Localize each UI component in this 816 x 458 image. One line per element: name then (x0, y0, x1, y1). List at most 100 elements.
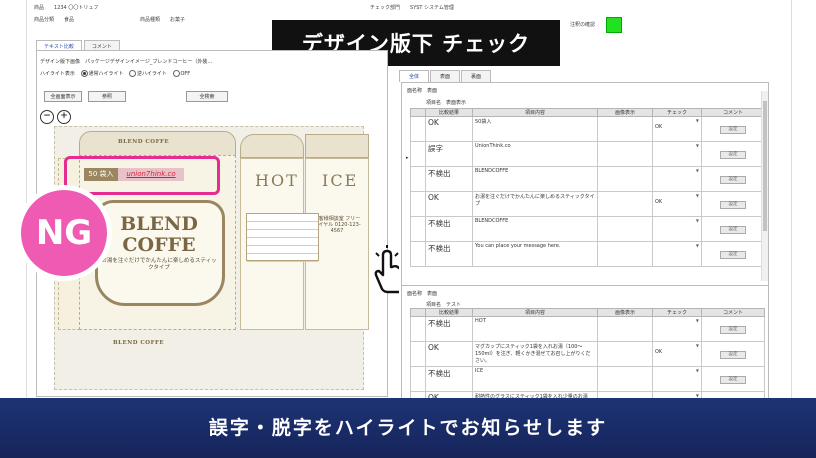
item-name: 項目名 表面表示 (426, 100, 467, 106)
section-front-test: 面名称 表面 項目名 テスト 比較結果 項目内容 画像表示 チェック コメント … (401, 285, 769, 417)
image-cell[interactable] (597, 366, 653, 392)
tab-front[interactable]: 表面 (430, 70, 461, 82)
error-highlight-frame (64, 156, 220, 195)
row-select[interactable] (410, 316, 426, 342)
ng-badge: NG (21, 190, 107, 276)
fullscreen-button[interactable]: 全画面表示 (44, 91, 82, 102)
image-cell[interactable] (597, 116, 653, 142)
col-result: 比較結果 (425, 108, 473, 117)
dropdown-icon[interactable]: ▼ (696, 343, 699, 348)
table-row[interactable]: OK 50袋入 ▼ OK 設定 (410, 116, 765, 142)
image-cell[interactable] (597, 141, 653, 167)
image-cell[interactable] (597, 241, 653, 267)
section-front-display: 面名称 表面 項目名 表面表示 比較結果 項目内容 画像表示 チェック コメント… (401, 82, 769, 290)
check-cell[interactable]: ▼ OK (652, 191, 702, 217)
result-cell: 不検出 (425, 316, 473, 342)
dropdown-icon[interactable]: ▼ (696, 193, 699, 198)
tab-back[interactable]: 裏面 (461, 70, 492, 82)
result-cell: OK (425, 116, 473, 142)
result-cell: OK (425, 341, 473, 367)
check-cell[interactable]: ▼ OK (652, 341, 702, 367)
check-cell[interactable]: ▼ (652, 366, 702, 392)
ribbon-bottom: BLEND COFFE (113, 340, 165, 346)
dropdown-icon[interactable]: ▼ (696, 243, 699, 248)
dropdown-icon[interactable]: ▼ (696, 318, 699, 323)
row-select[interactable] (410, 341, 426, 367)
dropdown-icon[interactable]: ▼ (696, 368, 699, 373)
row-select[interactable] (410, 166, 426, 192)
dropdown-icon[interactable]: ▼ (696, 218, 699, 223)
comment-cell: 設定 (701, 191, 765, 217)
settings-button[interactable]: 設定 (720, 201, 746, 209)
check-cell[interactable]: ▼ (652, 216, 702, 242)
row-select[interactable] (410, 191, 426, 217)
ribbon-top: BLEND COFFE (118, 139, 170, 145)
hot-label: HOT (255, 171, 299, 190)
settings-button[interactable]: 設定 (720, 376, 746, 384)
table-row[interactable]: OK お湯を注ぐだけでかんたんに楽しめるスティックタイプ ▼ OK 設定 (410, 191, 765, 217)
dropdown-icon[interactable]: ▼ (696, 168, 699, 173)
settings-button[interactable]: 設定 (720, 151, 746, 159)
row-select[interactable] (410, 141, 426, 167)
table-row[interactable]: 不検出 HOT ▼ 設定 (410, 316, 765, 342)
note-status-indicator (606, 17, 622, 33)
row-select[interactable] (410, 216, 426, 242)
reference-button[interactable]: 参照 (88, 91, 126, 102)
settings-button[interactable]: 設定 (720, 326, 746, 334)
comment-cell: 設定 (701, 216, 765, 242)
col-content: 項目内容 (472, 108, 598, 117)
result-cell: 誤字 (425, 141, 473, 167)
content-cell: お湯を注ぐだけでかんたんに楽しめるスティックタイプ (472, 191, 598, 217)
image-cell[interactable] (597, 166, 653, 192)
settings-button[interactable]: 設定 (720, 251, 746, 259)
table-row[interactable]: 誤字 UnionThink.co ▼ 設定 (410, 141, 765, 167)
check-value: OK (655, 199, 663, 205)
comment-cell: 設定 (701, 141, 765, 167)
content-cell: BLENDCOFFE (472, 166, 598, 192)
radio-off[interactable] (172, 70, 180, 77)
result-cell: 不検出 (425, 216, 473, 242)
image-cell[interactable] (597, 316, 653, 342)
design-image-field: デザイン版下画像 パッケージデザインイメージ_ブレンドコーヒー（外装... (40, 59, 213, 65)
zoom-in-icon[interactable]: + (57, 110, 71, 124)
table-row[interactable]: 不検出 BLENDCOFFE ▼ 設定 (410, 216, 765, 242)
zoom-out-icon[interactable]: − (40, 110, 54, 124)
search-all-button[interactable]: 全検索 (186, 91, 228, 102)
package-top-flap-ice (305, 134, 369, 158)
image-cell[interactable] (597, 341, 653, 367)
comment-cell: 設定 (701, 366, 765, 392)
table-row[interactable]: 不検出 ICE ▼ 設定 (410, 366, 765, 392)
settings-button[interactable]: 設定 (720, 126, 746, 134)
dropdown-icon[interactable]: ▼ (696, 118, 699, 123)
radio-normal-highlight[interactable] (80, 70, 88, 77)
note-label: 注釈の確認 (570, 22, 596, 28)
check-cell[interactable]: ▼ (652, 241, 702, 267)
content-cell: HOT (472, 316, 598, 342)
table-row[interactable]: 不検出 You can place your message here. ▼ 設定 (410, 241, 765, 267)
check-value: OK (655, 124, 663, 130)
result-cell: 不検出 (425, 241, 473, 267)
row-select[interactable] (410, 241, 426, 267)
dropdown-icon[interactable]: ▼ (696, 143, 699, 148)
table-row[interactable]: OK マグカップにスティック1袋を入れお湯（100〜150ml）を注ぎ、軽くかき混… (410, 341, 765, 367)
radio-reverse-highlight[interactable] (129, 70, 136, 77)
check-cell[interactable]: ▼ OK (652, 116, 702, 142)
settings-button[interactable]: 設定 (720, 226, 746, 234)
check-cell[interactable]: ▼ (652, 141, 702, 167)
check-cell[interactable]: ▼ (652, 316, 702, 342)
check-table-1: 比較結果 項目内容 画像表示 チェック コメント OK 50袋入 ▼ OK 設定 誤字 Un… (410, 108, 765, 267)
image-cell[interactable] (597, 216, 653, 242)
scrollbar-1[interactable] (761, 91, 768, 281)
tab-all[interactable]: 全体 (399, 70, 430, 82)
comment-cell: 設定 (701, 316, 765, 342)
brand-tagline: お湯を注ぐだけでかんたんに楽しめるスティックタイプ (101, 258, 217, 271)
check-cell[interactable]: ▼ (652, 166, 702, 192)
settings-button[interactable]: 設定 (720, 351, 746, 359)
check-value: OK (655, 349, 663, 355)
image-cell[interactable] (597, 191, 653, 217)
row-select[interactable] (410, 366, 426, 392)
content-cell: You can place your message here. (472, 241, 598, 267)
settings-button[interactable]: 設定 (720, 176, 746, 184)
table-row[interactable]: 不検出 BLENDCOFFE ▼ 設定 (410, 166, 765, 192)
row-select[interactable] (410, 116, 426, 142)
